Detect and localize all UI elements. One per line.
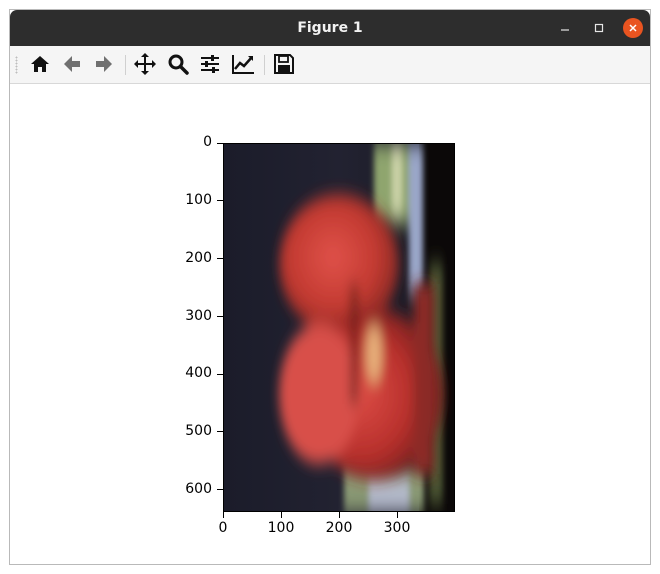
maximize-button[interactable] xyxy=(589,18,609,38)
x-tick xyxy=(339,512,340,518)
x-tick xyxy=(223,512,224,518)
window-title: Figure 1 xyxy=(297,20,363,36)
maximize-icon xyxy=(594,23,604,33)
close-button[interactable] xyxy=(623,18,643,38)
y-tick-label: 100 xyxy=(185,192,212,208)
edit-axes-button[interactable] xyxy=(229,50,257,78)
toolbar-separator xyxy=(264,55,265,75)
home-icon xyxy=(31,56,49,72)
toolbar-separator xyxy=(125,55,126,75)
y-tick xyxy=(217,143,223,144)
y-tick xyxy=(217,431,223,432)
figure-canvas[interactable]: 0 100 200 300 400 500 600 0 100 200 300 xyxy=(10,84,650,564)
floppy-disk-icon xyxy=(274,54,294,74)
image-axes[interactable] xyxy=(223,143,455,512)
title-bar[interactable]: Figure 1 xyxy=(10,10,650,46)
save-button[interactable] xyxy=(270,50,298,78)
arrow-left-icon xyxy=(64,56,80,72)
magnifier-icon xyxy=(168,54,189,75)
y-tick xyxy=(217,316,223,317)
pan-button[interactable] xyxy=(131,50,159,78)
y-tick xyxy=(217,374,223,375)
minimize-button[interactable] xyxy=(555,18,575,38)
y-tick xyxy=(217,489,223,490)
displayed-image xyxy=(224,144,454,511)
back-button[interactable] xyxy=(58,50,86,78)
minimize-icon xyxy=(561,29,569,31)
x-tick xyxy=(397,512,398,518)
y-tick-label: 200 xyxy=(185,250,212,266)
y-tick xyxy=(217,200,223,201)
home-button[interactable] xyxy=(26,50,54,78)
x-tick-label: 200 xyxy=(325,520,353,536)
close-icon xyxy=(629,24,637,32)
subplots-button[interactable] xyxy=(196,50,224,78)
y-tick-label: 400 xyxy=(185,365,212,381)
x-tick xyxy=(281,512,282,518)
move-icon xyxy=(134,53,156,75)
x-tick-label: 100 xyxy=(267,520,295,536)
sliders-icon xyxy=(201,55,219,73)
toolbar-grip[interactable] xyxy=(15,56,18,74)
navigation-toolbar xyxy=(10,46,650,84)
y-tick-label: 500 xyxy=(185,423,212,439)
x-tick-label: 0 xyxy=(218,520,228,536)
y-tick-label: 600 xyxy=(185,481,212,497)
y-tick-label: 0 xyxy=(203,134,212,150)
x-tick-label: 300 xyxy=(383,520,411,536)
arrow-right-icon xyxy=(96,56,112,72)
y-tick-label: 300 xyxy=(185,308,212,324)
figure-window: Figure 1 0 100 200 300 400 500 600 0 100… xyxy=(9,9,651,565)
forward-button[interactable] xyxy=(90,50,118,78)
zoom-button[interactable] xyxy=(164,50,192,78)
line-chart-icon xyxy=(232,55,254,74)
y-tick xyxy=(217,258,223,259)
